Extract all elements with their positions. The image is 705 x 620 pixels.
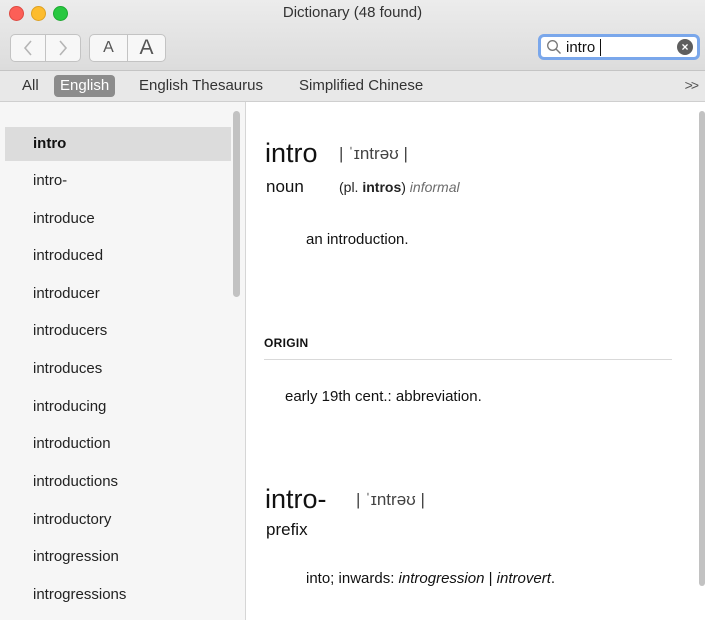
list-item[interactable]: introducers	[5, 314, 231, 348]
entry-definition: an introduction.	[306, 231, 409, 248]
register-label: informal	[409, 179, 460, 195]
tab-english-thesaurus[interactable]: English Thesaurus	[139, 75, 263, 97]
tab-english[interactable]: English	[54, 75, 116, 97]
list-item[interactable]: introductions	[5, 465, 231, 499]
example-word[interactable]: introgression	[399, 570, 485, 587]
entry-part-of-speech: prefix	[266, 520, 308, 539]
history-navigation	[10, 34, 81, 62]
definition-pane: intro | ˈɪntrəʊ | noun (pl. intros) info…	[246, 102, 705, 620]
list-item[interactable]: introduce	[5, 202, 231, 236]
origin-heading: ORIGIN	[264, 336, 309, 350]
entry-headword: intro-	[265, 484, 327, 514]
word-list-scrollbar[interactable]	[233, 111, 240, 297]
clear-circle-icon[interactable]: ×	[677, 39, 693, 55]
list-item[interactable]: introduction	[5, 427, 231, 461]
definition-text: into; inwards:	[306, 570, 399, 587]
dictionary-source-bar: All English English Thesaurus Simplified…	[0, 71, 705, 102]
entry-pronunciation: | ˈɪntrəʊ |	[339, 144, 408, 163]
entry-definition: into; inwards: introgression | introvert…	[306, 570, 555, 587]
entry-headword: intro	[265, 138, 318, 168]
list-item[interactable]: introductory	[5, 503, 231, 537]
font-smaller-button[interactable]: A	[90, 35, 127, 61]
back-button[interactable]	[11, 35, 45, 61]
list-item[interactable]: intro	[5, 127, 231, 161]
entry-part-of-speech: noun	[266, 177, 304, 196]
font-larger-button[interactable]: A	[127, 35, 165, 61]
search-field[interactable]: intro ×	[538, 34, 700, 60]
origin-text: early 19th cent.: abbreviation.	[285, 388, 482, 405]
tab-all[interactable]: All	[22, 75, 39, 97]
definition-text: .	[550, 570, 556, 587]
entry-grammar: (pl. intros) informal	[339, 179, 460, 195]
definition-scrollbar[interactable]	[699, 111, 705, 586]
text-caret	[600, 39, 601, 56]
list-item[interactable]: introduces	[5, 352, 231, 386]
window-toolbar: Dictionary (48 found) A A intro ×	[0, 0, 705, 71]
font-size-control: A A	[89, 34, 166, 62]
entry-pronunciation: | ˈɪntrəʊ |	[356, 490, 425, 509]
forward-button[interactable]	[45, 35, 80, 61]
window-title: Dictionary (48 found)	[282, 4, 423, 21]
list-item[interactable]: introducing	[5, 390, 231, 424]
tab-simplified-chinese[interactable]: Simplified Chinese	[299, 75, 423, 97]
search-input[interactable]: intro	[566, 39, 595, 56]
grammar-text: )	[401, 179, 406, 195]
example-word[interactable]: introvert	[497, 570, 551, 587]
list-item[interactable]: introgression	[5, 540, 231, 574]
plural-form: intros	[362, 179, 402, 195]
grammar-text: (pl.	[339, 179, 363, 195]
list-item[interactable]: intro-	[5, 164, 231, 198]
chevron-left-icon	[23, 40, 32, 56]
list-item[interactable]: introducer	[5, 277, 231, 311]
origin-divider	[264, 359, 672, 360]
separator: |	[484, 570, 497, 587]
chevron-right-icon	[59, 40, 68, 56]
magnifier-icon	[547, 40, 561, 54]
more-sources-button[interactable]: >>	[685, 77, 699, 93]
word-list: intro intro- introduce introduced introd…	[0, 102, 246, 620]
list-item[interactable]: introgressions	[5, 578, 231, 612]
list-item[interactable]: introduced	[5, 239, 231, 273]
